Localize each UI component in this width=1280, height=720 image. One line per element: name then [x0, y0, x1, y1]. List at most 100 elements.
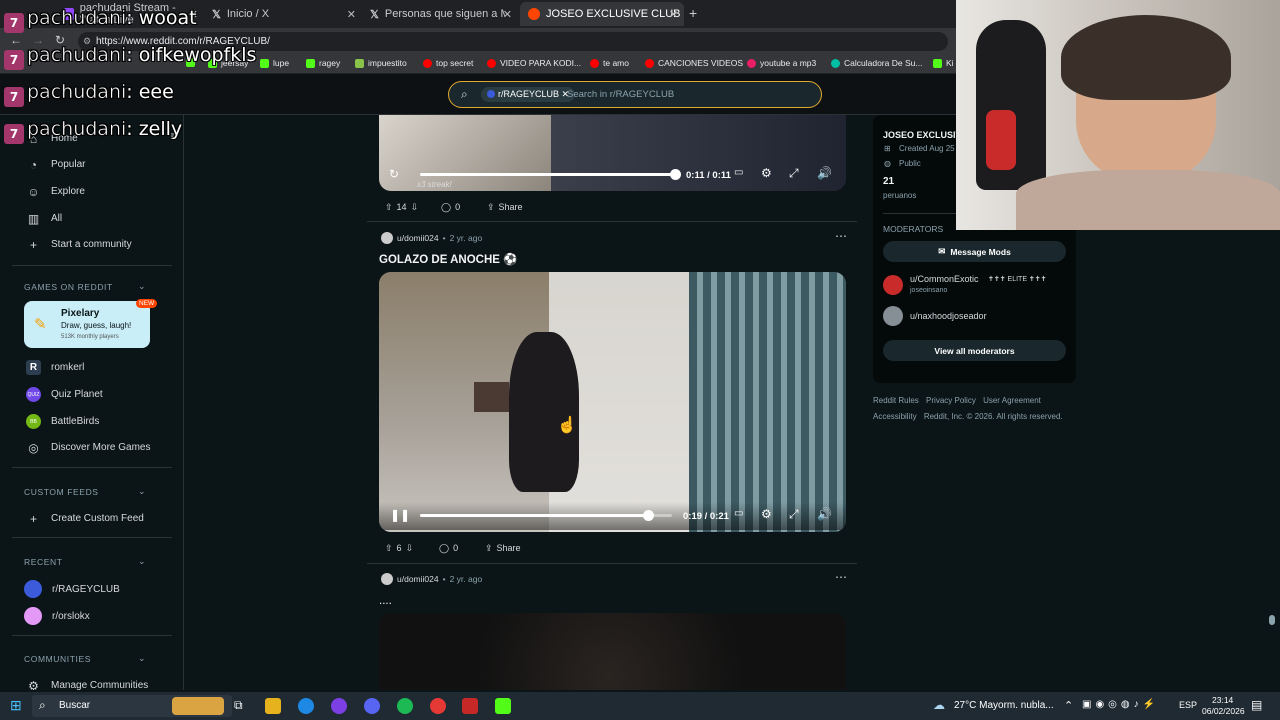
x-icon: 𝕏 — [212, 8, 221, 21]
post-title[interactable]: .... — [379, 595, 392, 607]
moderator-row[interactable]: u/CommonExotic ✝✝✝ ELITE ✝✝✝ joseoinsano — [883, 273, 1073, 299]
volume-icon[interactable]: 🔊 — [817, 166, 832, 180]
custom-feeds-header: CUSTOM FEEDS — [24, 487, 99, 497]
tab-inicio-x[interactable]: 𝕏 Inicio / X ✕ — [204, 4, 362, 24]
clock-time[interactable]: 23:14 — [1212, 695, 1233, 705]
sidebar-item-popular[interactable]: ◔ Popular — [26, 157, 86, 172]
footer-link[interactable]: Accessibility — [873, 412, 917, 421]
bookmark-item[interactable]: youtube a mp3 — [747, 58, 816, 68]
taskbar-search-input[interactable]: ⌕ Buscar — [32, 695, 232, 717]
sidebar-item-explore[interactable]: ☺ Explore — [26, 184, 85, 199]
share-icon: ⇪ — [487, 201, 495, 212]
tray-icons[interactable]: ▣◉◎◍♪⚡ — [1082, 699, 1159, 710]
bookmark-item[interactable]: Calculadora De Su... — [831, 58, 922, 68]
downvote-icon[interactable]: ⇩ — [411, 202, 419, 213]
upvote-icon[interactable]: ⇧ — [385, 202, 393, 213]
more-options-icon[interactable]: ⋯ — [835, 229, 847, 243]
app-icon[interactable] — [462, 698, 478, 714]
weather-text[interactable]: 27°C Mayorm. nubla... — [954, 700, 1054, 711]
close-icon[interactable]: ✕ — [347, 8, 356, 21]
more-options-icon[interactable]: ⋯ — [835, 570, 847, 584]
task-view-icon[interactable]: ⧉ — [234, 698, 243, 713]
fullscreen-icon[interactable]: ⤢ — [789, 166, 799, 181]
new-tab-button[interactable]: + — [689, 5, 697, 21]
chevron-down-icon[interactable]: ⌄ — [138, 281, 146, 292]
close-icon[interactable]: ✕ — [503, 8, 512, 21]
view-all-moderators-button[interactable]: View all moderators — [883, 340, 1066, 361]
comments-button[interactable]: ◯ 0 — [439, 538, 458, 558]
share-button[interactable]: ⇪ Share — [487, 197, 523, 217]
close-icon[interactable]: ✕ — [669, 8, 678, 21]
scrollbar-thumb[interactable] — [1269, 615, 1275, 625]
pixelary-card[interactable]: ✎ Pixelary Draw, guess, laugh! 513K mont… — [24, 299, 158, 348]
tab-joseo[interactable]: JOSEO EXCLUSIVE CLUB ✕ — [520, 2, 684, 26]
notification-icon[interactable]: ▤ — [1251, 698, 1262, 712]
game-players: 513K monthly players — [61, 334, 119, 340]
bookmark-item[interactable]: VIDEO PARA KODI... — [487, 58, 581, 68]
bookmark-item[interactable]: impuestito — [355, 58, 407, 68]
chevron-down-icon[interactable]: ⌄ — [138, 653, 146, 664]
windows-start-icon[interactable]: ⊞ — [10, 697, 22, 714]
captions-icon[interactable]: ▭ — [734, 167, 743, 178]
discord-icon[interactable] — [364, 698, 380, 714]
volume-icon[interactable]: 🔊 — [817, 507, 832, 521]
bookmark-item[interactable]: te amo — [590, 58, 629, 68]
bookmark-item[interactable]: Ki — [933, 58, 954, 68]
video-player[interactable] — [379, 613, 846, 690]
comments-button[interactable]: ◯ 0 — [441, 197, 460, 217]
create-custom-feed[interactable]: + Create Custom Feed — [26, 511, 144, 526]
progress-bar[interactable] — [420, 514, 672, 517]
recent-item-rageyclub[interactable]: r/RAGEYCLUB — [24, 580, 120, 598]
clock-date[interactable]: 06/02/2026 — [1202, 706, 1245, 716]
message-mods-button[interactable]: ✉ Message Mods — [883, 241, 1066, 262]
upvote-icon[interactable]: ⇧ — [385, 543, 393, 554]
kick-icon[interactable] — [495, 698, 511, 714]
replay-icon[interactable]: ↻ — [389, 167, 399, 181]
tray-chevron-icon[interactable]: ⌃ — [1064, 699, 1073, 712]
sidebar-item-start-community[interactable]: + Start a community — [26, 237, 132, 252]
footer-link[interactable]: Privacy Policy — [926, 396, 976, 405]
recent-item-orslokx[interactable]: r/orslokx — [24, 607, 90, 625]
share-button[interactable]: ⇪ Share — [485, 538, 521, 558]
bookmark-item[interactable]: ragey — [306, 58, 340, 68]
progress-handle[interactable] — [670, 169, 681, 180]
edge-icon[interactable] — [298, 698, 314, 714]
progress-handle[interactable] — [643, 510, 655, 521]
video-player[interactable]: ☝ ❚❚ 0:19 / 0:21 ▭ ⚙ ⤢ 🔊 — [379, 272, 846, 532]
canva-icon[interactable] — [331, 698, 347, 714]
settings-icon[interactable]: ⚙ — [761, 507, 772, 521]
downvote-icon[interactable]: ⇩ — [406, 543, 414, 554]
game-item-quiz-planet[interactable]: QUIZ Quiz Planet — [26, 387, 103, 402]
post-title[interactable]: GOLAZO DE ANOCHE ⚽ — [379, 252, 518, 266]
bookmark-item[interactable]: CANCIONES VIDEOS — [645, 58, 743, 68]
chevron-down-icon[interactable]: ⌄ — [138, 556, 146, 567]
file-explorer-icon[interactable] — [265, 698, 281, 714]
captions-icon[interactable]: ▭ — [734, 508, 743, 519]
pause-icon[interactable]: ❚❚ — [390, 508, 410, 522]
recent-header: RECENT — [24, 557, 63, 567]
bookmark-item[interactable]: lupe — [260, 58, 289, 68]
progress-bar[interactable] — [420, 173, 675, 176]
footer-link[interactable]: Reddit Rules — [873, 396, 919, 405]
moderator-row[interactable]: u/naxhoodjoseador — [883, 306, 1073, 328]
language-indicator[interactable]: ESP — [1179, 700, 1197, 710]
manage-communities[interactable]: ⚙ Manage Communities — [26, 678, 148, 691]
chrome-icon[interactable] — [430, 698, 446, 714]
post-author[interactable]: u/domii024 • 2 yr. ago — [381, 232, 482, 244]
fullscreen-icon[interactable]: ⤢ — [789, 507, 799, 522]
post-author[interactable]: u/domii024 • 2 yr. ago — [381, 573, 482, 585]
chevron-down-icon[interactable]: ⌄ — [138, 486, 146, 497]
game-item-romkerl[interactable]: Rromkerl — [26, 360, 84, 375]
footer-link[interactable]: User Agreement — [983, 396, 1041, 405]
game-item-battlebirds[interactable]: BB BattleBirds — [26, 414, 99, 429]
settings-icon[interactable]: ⚙ — [761, 166, 772, 180]
community-chip[interactable]: r/RAGEYCLUB ✕ — [481, 87, 576, 102]
moderator-flair: ✝✝✝ ELITE ✝✝✝ — [988, 276, 1047, 283]
game-item-discover[interactable]: ◎ Discover More Games — [26, 440, 150, 455]
bookmark-item[interactable]: top secret — [423, 58, 473, 68]
sidebar-item-all[interactable]: ▥ All — [26, 211, 62, 226]
spotify-icon[interactable] — [397, 698, 413, 714]
search-input[interactable]: ⌕ r/RAGEYCLUB ✕ Search in r/RAGEYCLUB — [448, 81, 822, 108]
tab-personas[interactable]: 𝕏 Personas que siguen a Momazos ✕ — [362, 4, 518, 24]
video-player[interactable]: x3 streak! ↻ 0:11 / 0:11 ▭ ⚙ ⤢ 🔊 — [379, 115, 846, 191]
